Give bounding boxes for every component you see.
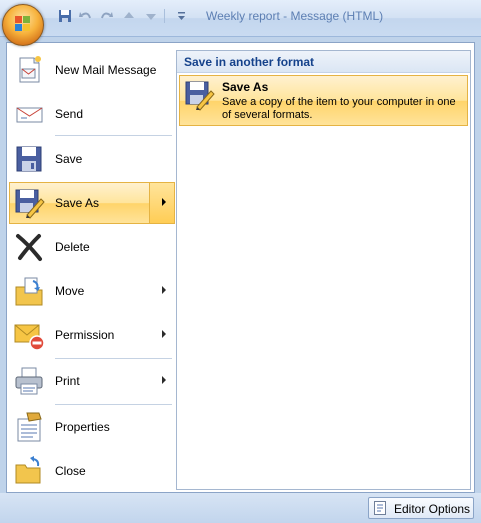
- menu-item-move[interactable]: Move: [7, 271, 174, 311]
- menu-item-print[interactable]: Print: [7, 361, 174, 401]
- menu-item-label: Save As: [55, 196, 100, 210]
- menu-item-label: Close: [55, 464, 86, 478]
- move-icon: [13, 275, 45, 307]
- delete-icon: [13, 231, 45, 263]
- menu-item-label: Send: [55, 107, 84, 121]
- menu-commands: New Mail Message Send Save Save As Delet…: [7, 45, 175, 491]
- properties-icon: [13, 411, 45, 443]
- menu-item-close[interactable]: Close: [7, 451, 174, 491]
- submenu-item-description: Save a copy of the item to your computer…: [222, 96, 456, 121]
- menu-item-properties[interactable]: Properties: [7, 407, 174, 447]
- next-item-icon[interactable]: [142, 7, 160, 25]
- menu-item-permission[interactable]: Permission: [7, 315, 174, 355]
- menu-item-new-mail-message[interactable]: New Mail Message: [7, 50, 174, 90]
- previous-item-icon[interactable]: [120, 7, 138, 25]
- submenu-header: Save in another format: [177, 51, 470, 73]
- office-logo-icon: [15, 16, 31, 32]
- menu-item-label: Move: [55, 284, 85, 298]
- submenu-header-text: Save in another format: [184, 55, 315, 69]
- save-icon: [13, 143, 45, 175]
- menu-item-save-as[interactable]: Save As: [9, 182, 175, 224]
- close-folder-icon: [13, 455, 45, 487]
- menu-separator: [55, 404, 172, 405]
- menu-item-label: New Mail Message: [55, 63, 157, 77]
- submenu-arrow-icon: [162, 330, 166, 338]
- customize-qat-icon[interactable]: [172, 7, 190, 25]
- menu-item-label: Print: [55, 374, 80, 388]
- submenu-arrow-icon: [162, 286, 166, 294]
- submenu-arrow-icon: [162, 376, 166, 384]
- editor-options-icon: [374, 501, 386, 515]
- save-as-icon: [13, 187, 45, 219]
- menu-item-label: Permission: [55, 328, 115, 342]
- editor-options-label: Editor Options: [394, 502, 471, 516]
- menu-separator: [55, 135, 172, 136]
- editor-options-button[interactable]: Editor Options: [368, 497, 474, 519]
- menu-item-save[interactable]: Save: [7, 139, 174, 179]
- office-button[interactable]: [2, 4, 44, 46]
- submenu-item-save-as[interactable]: Save As Save a copy of the item to your …: [179, 75, 468, 126]
- menu-item-delete[interactable]: Delete: [7, 227, 174, 267]
- menu-item-label: Save: [55, 152, 83, 166]
- save-icon[interactable]: [56, 7, 74, 25]
- window-title: Weekly report - Message (HTML): [206, 9, 384, 23]
- submenu-arrow-icon[interactable]: [149, 183, 174, 223]
- undo-icon[interactable]: [76, 7, 94, 25]
- new-mail-icon: [13, 54, 45, 86]
- menu-item-label: Delete: [55, 240, 90, 254]
- menu-item-label: Properties: [55, 420, 110, 434]
- print-icon: [13, 365, 45, 397]
- qat-divider: [164, 9, 165, 23]
- permission-icon: [13, 319, 45, 351]
- menu-separator: [55, 358, 172, 359]
- send-icon: [13, 98, 45, 130]
- menu-item-send[interactable]: Send: [7, 94, 174, 134]
- redo-icon[interactable]: [98, 7, 116, 25]
- save-as-icon: [183, 79, 215, 111]
- submenu-item-title: Save As: [222, 80, 269, 94]
